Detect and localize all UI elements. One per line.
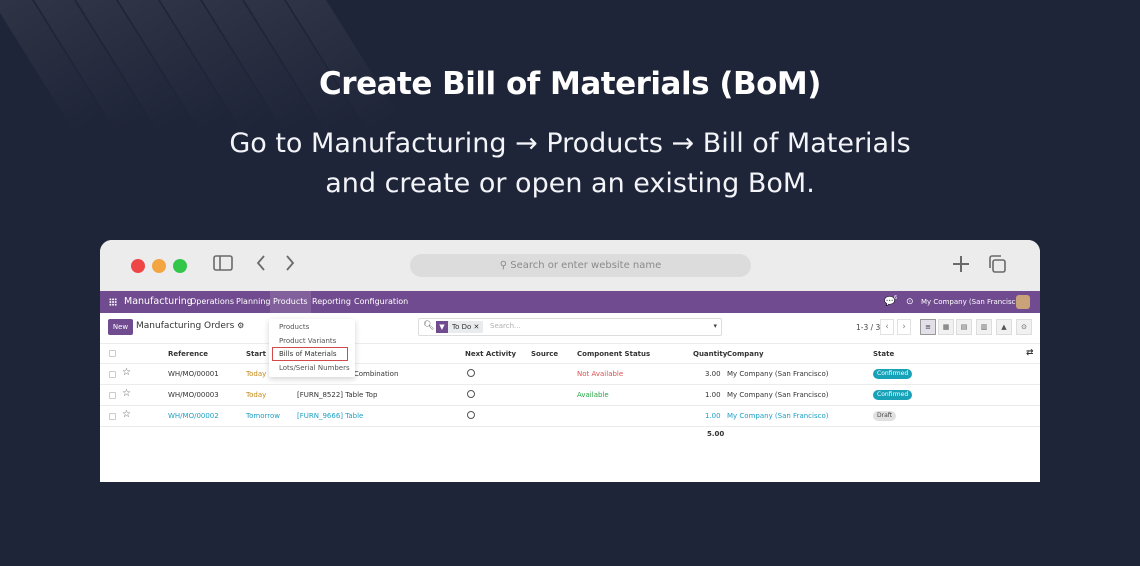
- select-all-checkbox[interactable]: [109, 350, 116, 357]
- row-reference: WH/MO/00001: [168, 370, 219, 378]
- row-start: Tomorrow: [246, 412, 280, 420]
- column-quantity[interactable]: Quantity: [693, 350, 727, 358]
- row-quantity: 1.00: [705, 391, 721, 399]
- column-reference[interactable]: Reference: [168, 350, 208, 358]
- star-icon[interactable]: ☆: [122, 367, 131, 378]
- column-source[interactable]: Source: [531, 350, 558, 358]
- row-quantity: 1.00: [705, 412, 721, 420]
- row-component-status: Not Available: [577, 370, 624, 378]
- row-quantity: 3.00: [705, 370, 721, 378]
- gear-icon[interactable]: ⚙: [237, 321, 244, 330]
- forward-icon[interactable]: [284, 254, 296, 276]
- search-options-toggle[interactable]: ▾: [713, 322, 717, 330]
- minimize-window-button[interactable]: [152, 259, 166, 273]
- page-headline: Create Bill of Materials (BoM): [319, 66, 821, 102]
- instruction-line-2: and create or open an existing BoM.: [325, 168, 815, 199]
- status-badge: Confirmed: [873, 369, 913, 379]
- activity-view-button[interactable]: ⊙: [1016, 319, 1032, 335]
- row-checkbox[interactable]: [109, 371, 116, 378]
- app-brand[interactable]: Manufacturing: [124, 291, 193, 313]
- remove-facet-icon[interactable]: ✕: [474, 323, 480, 331]
- pivot-view-button[interactable]: ▥: [976, 319, 992, 335]
- pager-next-button[interactable]: ›: [897, 319, 911, 335]
- apps-menu-icon[interactable]: [109, 298, 117, 306]
- company-switcher[interactable]: My Company (San Francisco): [921, 291, 1022, 313]
- dropdown-item-bills-of-materials[interactable]: Bills of Materials: [279, 350, 337, 358]
- filter-facet[interactable]: ▼ To Do ✕: [436, 321, 484, 333]
- status-badge: Confirmed: [873, 390, 913, 400]
- pager-value[interactable]: 1-3 / 3: [856, 323, 880, 332]
- search-bar[interactable]: 🔍︎ ▼ To Do ✕ Search... ▾: [418, 318, 722, 336]
- instruction-line-1: Go to Manufacturing → Products → Bill of…: [229, 128, 911, 159]
- close-window-button[interactable]: [131, 259, 145, 273]
- menu-configuration[interactable]: Configuration: [354, 291, 408, 313]
- menu-operations[interactable]: Operations: [190, 291, 234, 313]
- status-badge: Draft: [873, 411, 897, 421]
- browser-window: ⚲ Search or enter website name Manufactu…: [100, 240, 1040, 482]
- kanban-view-button[interactable]: ▦: [938, 319, 954, 335]
- column-company[interactable]: Company: [727, 350, 764, 358]
- calendar-view-button[interactable]: ▤: [956, 319, 972, 335]
- dropdown-item-products[interactable]: Products: [279, 323, 309, 331]
- row-start: Today: [246, 370, 267, 378]
- table-row[interactable]: ☆ WH/MO/00003 Today [FURN_8522] Table To…: [100, 385, 1040, 406]
- clock-icon[interactable]: ⊙: [906, 291, 914, 313]
- browser-toolbar: ⚲ Search or enter website name: [100, 240, 1040, 291]
- user-avatar[interactable]: [1016, 295, 1030, 309]
- filter-icon: ▼: [436, 321, 448, 333]
- menu-planning[interactable]: Planning: [236, 291, 270, 313]
- plus-icon[interactable]: [951, 254, 971, 278]
- column-start[interactable]: Start: [246, 350, 266, 358]
- optional-columns-icon[interactable]: ⇄: [1026, 348, 1034, 358]
- breadcrumb-title: Manufacturing Orders: [136, 321, 235, 331]
- activity-clock-icon[interactable]: [467, 369, 475, 377]
- row-company: My Company (San Francisco): [727, 370, 829, 378]
- star-icon[interactable]: ☆: [122, 409, 131, 420]
- row-component-status: Available: [577, 391, 609, 399]
- table-row[interactable]: ☆ WH/MO/00001 Today s Combination Not Av…: [100, 364, 1040, 385]
- row-product: s Combination: [348, 370, 399, 378]
- tabs-icon[interactable]: [987, 254, 1007, 278]
- control-panel: New Manufacturing Orders ⚙ 🔍︎ ▼ To Do ✕ S…: [100, 313, 1040, 343]
- search-icon: ⚲: [499, 260, 511, 271]
- column-state[interactable]: State: [873, 350, 894, 358]
- activity-clock-icon[interactable]: [467, 411, 475, 419]
- star-icon[interactable]: ☆: [122, 388, 131, 399]
- back-icon[interactable]: [255, 254, 267, 276]
- activity-clock-icon[interactable]: [467, 390, 475, 398]
- menu-products[interactable]: Products: [270, 291, 311, 313]
- row-reference: WH/MO/00002: [168, 412, 219, 420]
- products-dropdown-menu: Products Product Variants Bills of Mater…: [269, 319, 355, 377]
- new-button[interactable]: New: [108, 319, 133, 335]
- row-product: [FURN_9666] Table: [297, 412, 364, 420]
- row-start: Today: [246, 391, 267, 399]
- search-input[interactable]: Search...: [490, 322, 521, 330]
- table-header: Reference Start Next Activity Source Com…: [100, 343, 1040, 364]
- list-view-button[interactable]: ≡: [920, 319, 936, 335]
- row-checkbox[interactable]: [109, 413, 116, 420]
- address-bar[interactable]: ⚲ Search or enter website name: [410, 254, 751, 277]
- maximize-window-button[interactable]: [173, 259, 187, 273]
- chat-count-badge: 6: [894, 295, 898, 301]
- row-company: My Company (San Francisco): [727, 391, 829, 399]
- search-icon: 🔍︎: [423, 321, 435, 331]
- dropdown-item-lots-serial-numbers[interactable]: Lots/Serial Numbers: [279, 364, 350, 372]
- column-component-status[interactable]: Component Status: [577, 350, 650, 358]
- odoo-navbar: Manufacturing Operations Planning Produc…: [100, 291, 1040, 313]
- column-next-activity[interactable]: Next Activity: [465, 350, 516, 358]
- row-product: [FURN_8522] Table Top: [297, 391, 378, 399]
- menu-reporting[interactable]: Reporting: [312, 291, 351, 313]
- dropdown-item-product-variants[interactable]: Product Variants: [279, 337, 336, 345]
- address-bar-placeholder: Search or enter website name: [510, 260, 662, 271]
- filter-facet-label: To Do: [452, 323, 472, 331]
- breadcrumb: Manufacturing Orders ⚙: [136, 321, 244, 331]
- row-company: My Company (San Francisco): [727, 412, 829, 420]
- pager-previous-button[interactable]: ‹: [880, 319, 894, 335]
- row-reference: WH/MO/00003: [168, 391, 219, 399]
- quantity-total: 5.00: [707, 430, 725, 438]
- graph-view-button[interactable]: ▲: [996, 319, 1012, 335]
- sidebar-icon[interactable]: [213, 254, 233, 276]
- table-row[interactable]: ☆ WH/MO/00002 Tomorrow [FURN_9666] Table…: [100, 406, 1040, 427]
- row-checkbox[interactable]: [109, 392, 116, 399]
